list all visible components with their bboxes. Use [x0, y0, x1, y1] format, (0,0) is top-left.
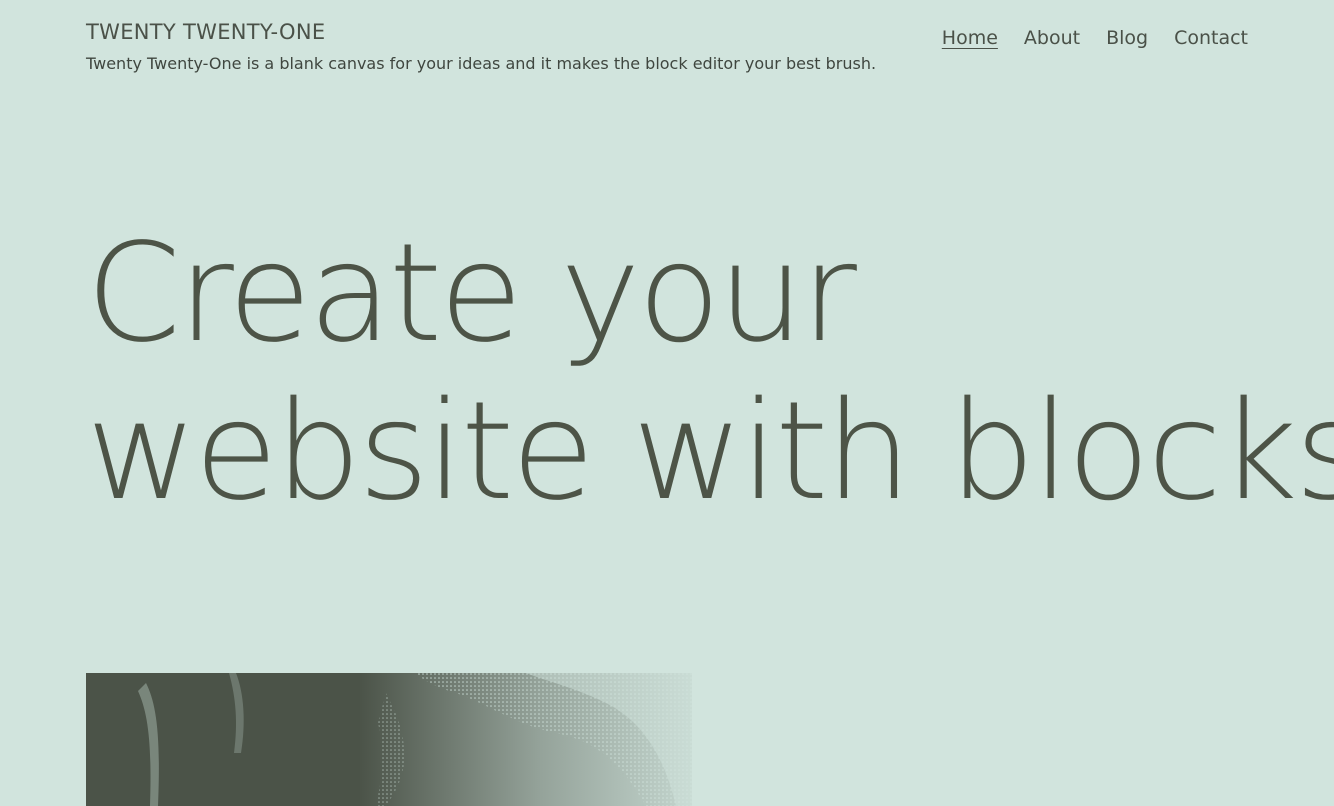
site-header: TWENTY TWENTY-ONE Twenty Twenty-One is a…	[86, 18, 1248, 88]
nav-item-about[interactable]: About	[1024, 25, 1080, 51]
featured-image-artwork	[86, 673, 692, 806]
nav-item-contact[interactable]: Contact	[1174, 25, 1248, 51]
site-title[interactable]: TWENTY TWENTY-ONE	[86, 18, 325, 46]
hero-heading-line-2: website with blocks	[86, 373, 1334, 531]
nav-item-home[interactable]: Home	[942, 25, 998, 51]
primary-navigation: Home About Blog Contact	[942, 25, 1248, 51]
featured-image	[86, 673, 692, 806]
hero-heading-line-1: Create your	[86, 215, 857, 373]
hero-heading: Create your website with blocks	[86, 215, 1334, 531]
site-description: Twenty Twenty-One is a blank canvas for …	[86, 54, 877, 73]
nav-item-blog[interactable]: Blog	[1106, 25, 1148, 51]
